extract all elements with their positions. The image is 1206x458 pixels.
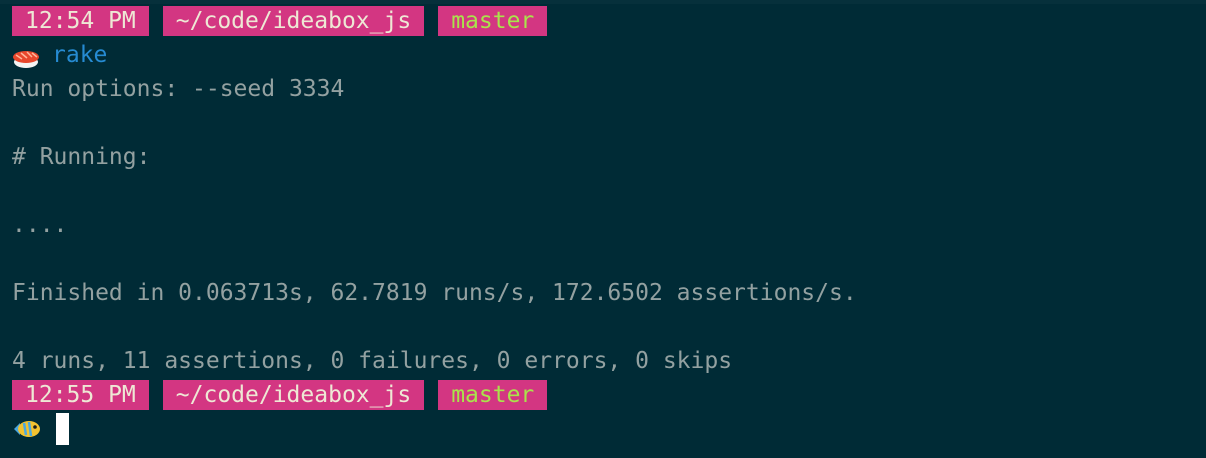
output-line: Finished in 0.063713s, 62.7819 runs/s, 1… (12, 280, 857, 306)
sushi-icon (12, 45, 40, 68)
output-blank-line (12, 242, 1206, 276)
input-line[interactable] (12, 412, 1206, 446)
output-blank-line (12, 174, 1206, 208)
prompt-path-segment: ~/code/ideabox_js (162, 380, 425, 410)
prompt-branch-segment: master (438, 380, 548, 410)
prompt-branch-segment: master (438, 6, 548, 36)
prompt-line-2: 12:55 PM ~/code/ideabox_js master (12, 378, 1206, 412)
prompt-time-segment: 12:55 PM (12, 380, 149, 410)
prompt-path-segment: ~/code/ideabox_js (162, 6, 425, 36)
command-line: rake (12, 38, 1206, 72)
command-text: rake (52, 42, 108, 68)
output-line: Run options: --seed 3334 (12, 76, 345, 102)
prompt-time-segment: 12:54 PM (12, 6, 149, 36)
prompt-line-1: 12:54 PM ~/code/ideabox_js master (12, 4, 1206, 38)
output-line: .... (12, 212, 68, 238)
top-edge-divider (0, 0, 1206, 4)
output-line: 4 runs, 11 assertions, 0 failures, 0 err… (12, 348, 733, 374)
fish-icon (12, 417, 42, 441)
terminal-window[interactable]: 12:54 PM ~/code/ideabox_js master rake R… (0, 0, 1206, 458)
output-blank-line (12, 106, 1206, 140)
terminal-cursor[interactable] (56, 413, 69, 445)
output-blank-line (12, 310, 1206, 344)
output-line: # Running: (12, 144, 151, 170)
